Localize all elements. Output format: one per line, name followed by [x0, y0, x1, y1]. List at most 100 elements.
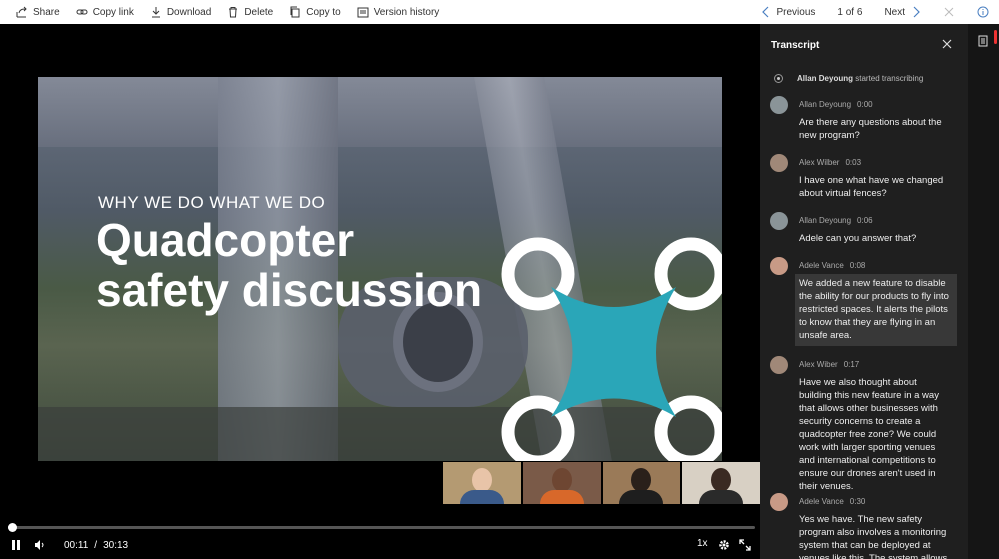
speaker-name: Alex Wiber [799, 360, 838, 369]
transcription-started-notice: Allan Deyoung started transcribing [774, 74, 923, 83]
entry-text: We added a new feature to disable the ab… [795, 274, 957, 346]
participant-face [551, 468, 572, 492]
entry-text: Are there any questions about the new pr… [799, 117, 942, 141]
entry-text: I have one what have we changed about vi… [799, 175, 944, 199]
started-suffix: started transcribing [853, 74, 924, 83]
entry-meta: Allan Deyoung 0:06 [799, 216, 873, 225]
video-player[interactable]: WHY WE DO WHAT WE DO Quadcopter safety d… [0, 24, 760, 559]
current-time: 00:11 [64, 539, 89, 551]
version-history-button[interactable]: Version history [349, 0, 448, 24]
side-rail [968, 24, 999, 559]
slide-title-line: Quadcopter [96, 214, 355, 266]
page-indicator: 1 of 6 [837, 6, 863, 18]
timestamp: 0:00 [857, 100, 873, 109]
link-icon [76, 9, 88, 15]
speaker-name: Alex Wilber [799, 158, 840, 167]
next-button[interactable]: Next [884, 6, 921, 18]
speaker-name: Adele Vance [799, 261, 844, 270]
entry-text: Adele can you answer that? [799, 233, 917, 244]
slide-background [38, 77, 722, 147]
speaker-name: Allan Deyoung [799, 100, 852, 109]
time-display: 00:11 / 30:13 [64, 540, 128, 551]
entry-meta: Alex Wilber 0:03 [799, 158, 861, 167]
timestamp: 0:17 [843, 360, 860, 369]
participant-body [539, 490, 584, 504]
participant-strip [443, 462, 760, 504]
delete-label: Delete [244, 6, 274, 18]
copy-link-button[interactable]: Copy link [68, 0, 142, 24]
speaker-name: Allan Deyoung [799, 216, 852, 225]
history-icon [357, 7, 369, 18]
transcript-panel: Transcript Allan Deyoung started transcr… [760, 24, 968, 559]
avatar [770, 212, 788, 230]
entry-meta: Allan Deyoung 0:00 [799, 100, 873, 109]
share-label: Share [33, 6, 60, 18]
copy-to-label: Copy to [306, 6, 341, 18]
delete-button[interactable]: Delete [219, 0, 281, 24]
control-row: 00:11 / 30:13 1x [0, 536, 760, 554]
started-text: Allan Deyoung started transcribing [797, 74, 923, 83]
share-icon [16, 6, 27, 18]
entry-meta: Alex Wiber 0:17 [799, 360, 859, 369]
chevron-right-icon [913, 6, 920, 18]
recording-icon [774, 74, 783, 83]
participant-video[interactable] [682, 462, 760, 504]
copy-icon [290, 6, 300, 18]
share-button[interactable]: Share [0, 0, 68, 24]
avatar [770, 356, 788, 374]
gear-icon[interactable] [718, 539, 730, 551]
pause-icon[interactable] [10, 539, 22, 551]
download-icon [151, 7, 160, 18]
participant-body [619, 490, 664, 504]
slide-subtitle: WHY WE DO WHAT WE DO [98, 193, 326, 212]
version-history-label: Version history [373, 6, 440, 18]
transcript-title: Transcript [771, 40, 820, 51]
time-separator: / [94, 539, 98, 551]
speaker-name: Adele Vance [799, 497, 844, 506]
participant-video[interactable] [522, 462, 601, 504]
participant-video[interactable] [443, 462, 521, 504]
timestamp: 0:08 [849, 261, 866, 270]
scroll-indicator[interactable] [994, 30, 997, 44]
participant-face [471, 468, 492, 492]
seek-handle[interactable] [8, 523, 18, 532]
previous-label: Previous [776, 6, 816, 18]
download-label: Download [166, 6, 212, 18]
entry-meta: Adele Vance 0:30 [799, 497, 865, 506]
trash-icon [229, 7, 238, 18]
duration: 30:13 [103, 539, 129, 551]
video-viewer: Share Copy link Download Delete Copy to … [0, 0, 999, 559]
slide-title-line: safety discussion [96, 264, 483, 316]
entry-meta: Adele Vance 0:08 [799, 261, 865, 270]
timestamp: 0:06 [857, 216, 873, 225]
entry-text: Yes we have. The new safety program also… [799, 514, 948, 559]
previous-button[interactable]: Previous [761, 6, 816, 18]
participant-body [459, 490, 504, 504]
presentation-slide: WHY WE DO WHAT WE DO Quadcopter safety d… [38, 77, 722, 461]
avatar [770, 493, 788, 511]
seek-bar[interactable] [8, 523, 755, 532]
participant-video[interactable] [602, 462, 681, 504]
quadcopter-logo-icon [501, 237, 722, 461]
avatar [770, 96, 788, 114]
participant-body [699, 490, 744, 504]
close-icon[interactable] [942, 39, 952, 49]
participant-face [711, 468, 732, 492]
participant-face [631, 468, 652, 492]
close-icon[interactable] [943, 6, 955, 18]
download-button[interactable]: Download [142, 0, 219, 24]
pager: Previous 1 of 6 Next [761, 0, 999, 24]
slide-title: Quadcopter safety discussion [96, 215, 482, 315]
avatar [770, 257, 788, 275]
copy-link-label: Copy link [92, 6, 134, 18]
started-by-name: Allan Deyoung [797, 74, 854, 83]
copy-to-button[interactable]: Copy to [281, 0, 348, 24]
timestamp: 0:30 [849, 497, 866, 506]
fullscreen-icon[interactable] [739, 539, 751, 551]
volume-icon[interactable] [34, 539, 46, 551]
timestamp: 0:03 [845, 158, 862, 167]
document-icon[interactable] [978, 35, 988, 47]
info-icon[interactable] [977, 6, 989, 18]
playback-speed-button[interactable]: 1x [697, 538, 708, 549]
entry-text: Have we also thought about building this… [799, 377, 939, 492]
